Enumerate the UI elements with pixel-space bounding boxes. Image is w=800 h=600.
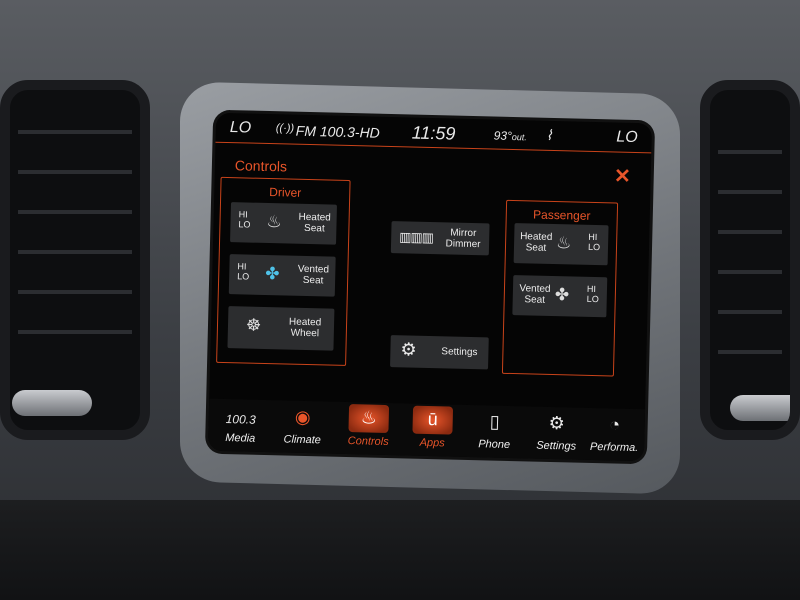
nav-controls[interactable]: ♨ Controls xyxy=(338,402,399,455)
heated-wheel-button[interactable]: ☸ Heated Wheel xyxy=(227,306,335,351)
passenger-heated-seat-level: HI LO xyxy=(587,231,601,253)
mirror-dimmer-button[interactable]: ▥▥▥ Mirror Dimmer xyxy=(390,221,490,256)
driver-heated-seat-level: HI LO xyxy=(238,209,251,230)
nav-media[interactable]: 100.3 Media xyxy=(210,399,271,452)
controls-icon: ♨ xyxy=(348,404,390,434)
outside-temp-suffix: out. xyxy=(511,131,527,143)
heated-seat-icon: ♨ xyxy=(266,211,283,232)
outside-temperature: 93°out. xyxy=(494,129,528,144)
driver-panel-title: Driver xyxy=(269,185,302,200)
bottom-nav-bar: 100.3 Media ◉ Climate ♨ Controls ū Apps … xyxy=(207,398,646,462)
driver-temp-setting[interactable]: LO xyxy=(230,119,252,138)
driver-vented-seat-button[interactable]: HI LO ✤ Vented Seat xyxy=(228,254,336,297)
heated-wheel-label: Heated Wheel xyxy=(288,316,322,340)
close-button[interactable]: ✕ xyxy=(613,165,632,188)
passenger-heated-seat-button[interactable]: Heated Seat ♨ HI LO xyxy=(513,223,609,266)
nav-settings[interactable]: ⚙ Settings xyxy=(526,406,587,459)
broadcast-icon: ((·)) xyxy=(275,122,295,135)
heated-wheel-icon: ☸ xyxy=(245,315,262,335)
driver-vented-seat-level: HI LO xyxy=(237,261,250,282)
heated-seat-status-icon: ⌇ xyxy=(545,126,553,143)
heated-seat-icon: ♨ xyxy=(555,233,572,253)
mirror-dimmer-icon: ▥▥▥ xyxy=(399,229,434,246)
vented-seat-icon: ✤ xyxy=(265,263,280,284)
driver-vented-seat-label: Vented Seat xyxy=(297,263,330,287)
nav-controls-label: Controls xyxy=(347,435,389,449)
passenger-vented-seat-button[interactable]: Vented Seat ✤ HI LO xyxy=(512,275,608,318)
nav-settings-label: Settings xyxy=(536,439,577,453)
nav-performance-label: Performa. xyxy=(589,440,639,455)
outside-temp-value: 93° xyxy=(493,128,513,143)
clock: 11:59 xyxy=(411,122,456,144)
passenger-panel-title: Passenger xyxy=(532,207,591,223)
nav-performance[interactable]: ◔ Performa. xyxy=(584,408,645,461)
passenger-heated-seat-label: Heated Seat xyxy=(519,231,553,254)
nav-apps[interactable]: ū Apps xyxy=(402,403,463,456)
driver-heated-seat-label: Heated Seat xyxy=(298,211,331,235)
gauge-icon: ◔ xyxy=(609,414,621,435)
nav-phone-label: Phone xyxy=(478,438,511,452)
left-air-vent xyxy=(0,80,150,440)
phone-icon: ▯ xyxy=(489,411,500,432)
close-icon: ✕ xyxy=(613,165,632,188)
radio-station[interactable]: FM 100.3-HD xyxy=(296,123,380,141)
apps-icon: ū xyxy=(412,405,454,435)
gear-icon: ⚙ xyxy=(548,412,566,434)
passenger-vented-seat-level: HI LO xyxy=(586,283,599,305)
right-vent-knob[interactable] xyxy=(730,395,790,421)
vented-seat-icon: ✤ xyxy=(554,285,570,305)
passenger-panel: Passenger Heated Seat ♨ HI LO Vented Seat ✤… xyxy=(501,199,619,377)
driver-heated-seat-button[interactable]: HI LO ♨ Heated Seat xyxy=(230,202,337,245)
driver-panel: Driver HI LO ♨ Heated Seat HI LO ✤ Vented Se… xyxy=(216,176,351,366)
nav-apps-label: Apps xyxy=(419,436,445,450)
mirror-dimmer-label: Mirror Dimmer xyxy=(445,227,481,251)
right-air-vent xyxy=(700,80,800,440)
page-title: Controls xyxy=(234,157,288,175)
passenger-vented-seat-label: Vented Seat xyxy=(519,283,551,306)
passenger-temp-setting[interactable]: LO xyxy=(616,129,638,148)
climate-icon: ◉ xyxy=(294,406,311,428)
dashboard-lower-trim xyxy=(0,500,800,600)
nav-media-label: Media xyxy=(225,432,256,445)
nav-phone[interactable]: ▯ Phone xyxy=(464,405,525,458)
nav-climate-label: Climate xyxy=(283,433,322,447)
controls-settings-label: Settings xyxy=(441,346,478,359)
controls-settings-button[interactable]: ⚙ Settings xyxy=(390,335,489,370)
infotainment-screen: LO ((·)) FM 100.3-HD 11:59 93°out. ⌇ LO … xyxy=(207,112,653,462)
nav-climate[interactable]: ◉ Climate xyxy=(272,400,333,453)
media-station-value: 100.3 xyxy=(225,412,256,427)
left-vent-knob[interactable] xyxy=(12,390,92,416)
gears-icon: ⚙ xyxy=(400,339,417,360)
